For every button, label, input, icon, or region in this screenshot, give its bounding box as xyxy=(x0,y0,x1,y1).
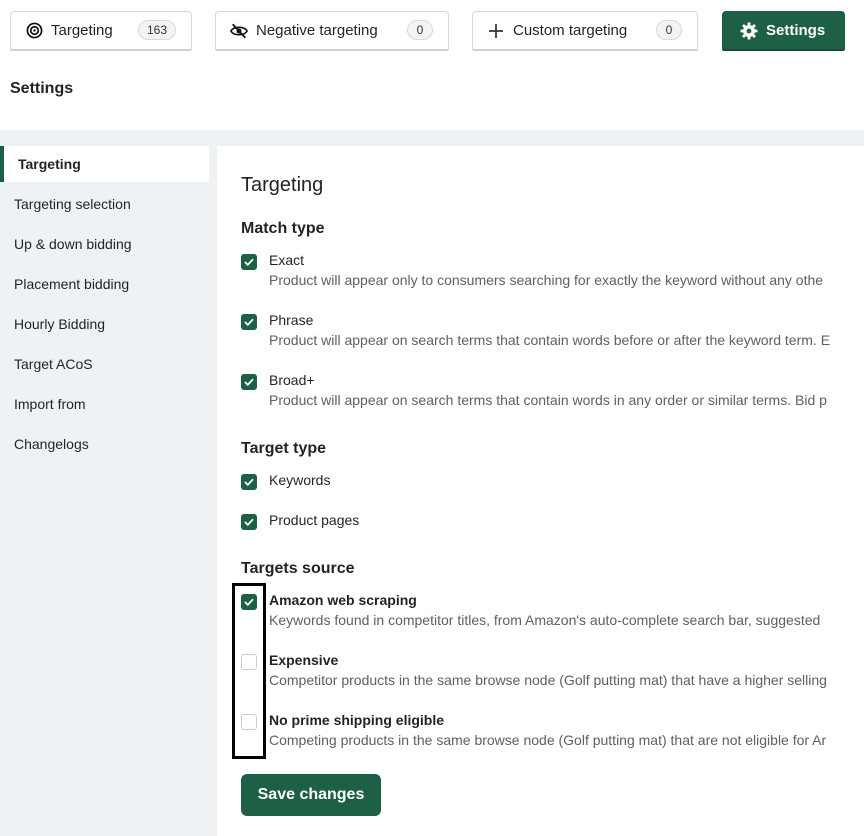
tab-label: Custom targeting xyxy=(513,22,628,39)
option-broad: Broad+ Product will appear on search ter… xyxy=(241,372,864,412)
check-icon xyxy=(244,258,254,266)
option-label: Amazon web scraping xyxy=(269,592,417,608)
option-product-pages: Product pages xyxy=(241,512,864,532)
sidebar-item-target-acos[interactable]: Target ACoS xyxy=(0,346,210,382)
check-icon xyxy=(244,378,254,386)
sidebar-item-changelogs[interactable]: Changelogs xyxy=(0,426,210,462)
settings-panel: Targeting Match type Exact Product will … xyxy=(217,146,864,836)
check-icon xyxy=(244,318,254,326)
top-tab-bar: Targeting 163 Negative targeting 0 Custo… xyxy=(0,0,864,54)
keywords-checkbox[interactable] xyxy=(241,474,257,490)
sidebar-item-targeting[interactable]: Targeting xyxy=(0,146,209,182)
option-description: Product will appear on search terms that… xyxy=(269,392,827,408)
count-badge: 163 xyxy=(137,20,176,40)
tab-label: Negative targeting xyxy=(256,22,378,39)
count-badge: 0 xyxy=(656,20,682,40)
option-label: No prime shipping eligible xyxy=(269,712,445,728)
option-label: Keywords xyxy=(269,472,331,488)
option-no-prime-shipping: No prime shipping eligible Competing pro… xyxy=(241,712,864,752)
option-phrase: Phrase Product will appear on search ter… xyxy=(241,312,864,352)
option-label: Exact xyxy=(269,252,305,268)
tab-negative-targeting[interactable]: Negative targeting 0 xyxy=(215,11,449,51)
option-label: Product pages xyxy=(269,512,360,528)
target-type-heading: Target type xyxy=(241,440,327,457)
eye-off-icon xyxy=(230,22,248,40)
option-label: Phrase xyxy=(269,312,314,328)
tab-settings[interactable]: Settings xyxy=(722,11,845,51)
sidebar-item-hourly-bidding[interactable]: Hourly Bidding xyxy=(0,306,210,342)
plus-icon xyxy=(487,22,505,40)
tab-label: Targeting xyxy=(51,22,113,39)
option-description: Competing products in the same browse no… xyxy=(269,732,827,748)
option-description: Product will appear only to consumers se… xyxy=(269,272,824,288)
count-badge: 0 xyxy=(407,20,433,40)
targets-source-heading: Targets source xyxy=(241,560,355,577)
gear-icon xyxy=(740,22,758,40)
tab-custom-targeting[interactable]: Custom targeting 0 xyxy=(472,11,698,51)
sidebar-item-import-from[interactable]: Import from xyxy=(0,386,210,422)
product-pages-checkbox[interactable] xyxy=(241,514,257,530)
broad-checkbox[interactable] xyxy=(241,374,257,390)
tab-targeting[interactable]: Targeting 163 xyxy=(10,11,192,51)
option-amazon-web-scraping: Amazon web scraping Keywords found in co… xyxy=(241,592,864,632)
save-changes-button[interactable]: Save changes xyxy=(241,774,381,816)
option-description: Competitor products in the same browse n… xyxy=(269,672,827,688)
option-keywords: Keywords xyxy=(241,472,864,492)
option-expensive: Expensive Competitor products in the sam… xyxy=(241,652,864,692)
sidebar-item-targeting-selection[interactable]: Targeting selection xyxy=(0,186,210,222)
option-label: Broad+ xyxy=(269,372,315,388)
tab-label: Settings xyxy=(766,22,826,39)
page-title: Settings xyxy=(10,80,74,97)
match-type-heading: Match type xyxy=(241,220,325,237)
sidebar-item-up-down-bidding[interactable]: Up & down bidding xyxy=(0,226,210,262)
sidebar-item-placement-bidding[interactable]: Placement bidding xyxy=(0,266,210,302)
option-description: Product will appear on search terms that… xyxy=(269,332,831,348)
exact-checkbox[interactable] xyxy=(241,254,257,270)
panel-title: Targeting xyxy=(241,174,324,196)
option-description: Keywords found in competitor titles, fro… xyxy=(269,612,821,628)
settings-sidebar: Targeting Targeting selection Up & down … xyxy=(0,146,210,466)
phrase-checkbox[interactable] xyxy=(241,314,257,330)
target-icon xyxy=(25,22,43,40)
check-icon xyxy=(244,478,254,486)
check-icon xyxy=(244,518,254,526)
option-label: Expensive xyxy=(269,652,339,668)
highlight-box xyxy=(232,583,266,759)
option-exact: Exact Product will appear only to consum… xyxy=(241,252,864,292)
